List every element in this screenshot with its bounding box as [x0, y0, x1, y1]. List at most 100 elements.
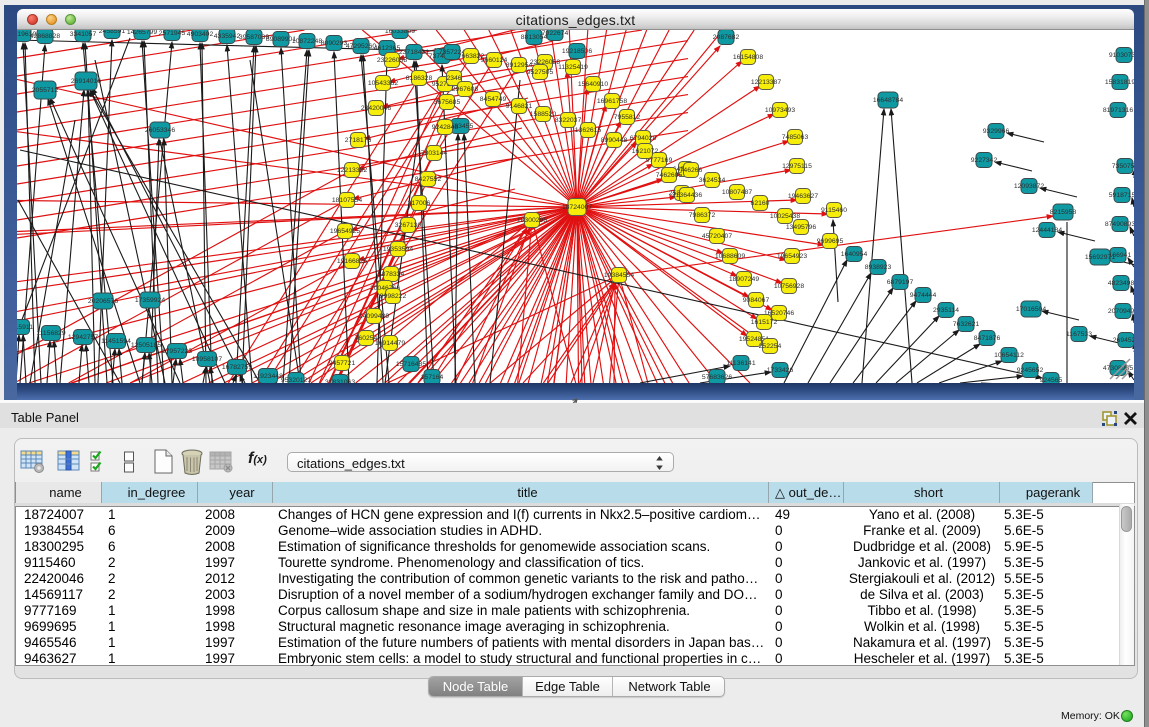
- svg-text:9527505: 9527505: [527, 69, 554, 76]
- svg-text:26053346: 26053346: [145, 127, 175, 134]
- svg-text:15831819: 15831819: [1105, 79, 1134, 86]
- svg-text:12213382: 12213382: [337, 167, 367, 174]
- svg-text:2935114: 2935114: [933, 307, 959, 314]
- svg-text:10654112: 10654112: [994, 352, 1024, 359]
- svg-text:3267130: 3267130: [395, 222, 422, 229]
- svg-text:7485063: 7485063: [782, 134, 809, 141]
- svg-text:10872248: 10872248: [292, 38, 322, 45]
- svg-text:2458591: 2458591: [99, 30, 126, 35]
- svg-text:45720407: 45720407: [702, 233, 732, 240]
- svg-text:14265799: 14265799: [127, 30, 157, 36]
- svg-text:9660124: 9660124: [481, 57, 508, 64]
- svg-text:7955812: 7955812: [614, 114, 641, 121]
- svg-text:9115460: 9115460: [821, 207, 847, 214]
- svg-text:12505185: 12505185: [131, 342, 161, 349]
- svg-text:4335942: 4335942: [214, 33, 241, 40]
- svg-text:19166825: 19166825: [337, 258, 367, 265]
- svg-text:8938923: 8938923: [865, 264, 892, 271]
- svg-text:12213387: 12213387: [751, 79, 781, 86]
- svg-text:16782759: 16782759: [222, 364, 252, 371]
- svg-text:26914016: 26914016: [71, 78, 101, 85]
- svg-text:8471876: 8471876: [974, 335, 1001, 342]
- svg-text:42868828: 42868828: [30, 33, 60, 40]
- svg-text:14099489: 14099489: [359, 313, 389, 320]
- svg-text:10025438: 10025438: [770, 213, 800, 220]
- svg-text:3675685: 3675685: [434, 99, 461, 106]
- svg-text:15640910: 15640910: [578, 81, 608, 88]
- svg-text:12975115: 12975115: [782, 163, 812, 170]
- svg-text:4903402: 4903402: [187, 31, 214, 38]
- svg-text:6879197: 6879197: [887, 279, 914, 286]
- svg-text:7462605: 7462605: [656, 172, 683, 179]
- svg-text:1362615: 1362615: [575, 127, 602, 134]
- svg-text:11156829: 11156829: [36, 330, 65, 337]
- svg-text:11451594: 11451594: [101, 338, 131, 345]
- svg-text:16914479: 16914479: [375, 340, 405, 347]
- svg-text:13495796: 13495796: [786, 224, 816, 231]
- svg-text:17957223: 17957223: [162, 348, 192, 355]
- svg-text:87490893: 87490893: [1105, 221, 1134, 228]
- svg-text:2055712: 2055712: [32, 87, 59, 94]
- svg-text:1733426: 1733426: [767, 367, 794, 374]
- svg-text:3341057: 3341057: [70, 31, 97, 38]
- svg-text:18907249: 18907249: [729, 276, 759, 283]
- svg-text:9227342: 9227342: [971, 157, 998, 164]
- svg-text:10958107: 10958107: [192, 356, 222, 363]
- svg-text:9245652: 9245652: [1017, 367, 1044, 374]
- svg-text:5918715: 5918715: [1109, 192, 1134, 199]
- svg-text:8454749: 8454749: [480, 96, 507, 103]
- svg-text:19353594: 19353594: [383, 246, 413, 253]
- svg-text:11136141: 11136141: [726, 360, 755, 367]
- svg-text:47295260: 47295260: [346, 43, 376, 50]
- svg-text:10688609: 10688609: [715, 253, 745, 260]
- svg-text:62160: 62160: [751, 200, 770, 207]
- svg-text:2967608: 2967608: [452, 86, 479, 93]
- svg-text:8912954: 8912954: [506, 62, 533, 69]
- svg-text:746266: 746266: [680, 167, 703, 174]
- svg-text:8186328: 8186328: [406, 75, 433, 82]
- svg-text:8215958: 8215958: [1050, 209, 1077, 216]
- svg-text:12093872: 12093872: [1014, 183, 1044, 190]
- svg-text:7022674: 7022674: [542, 30, 569, 37]
- svg-text:9474444: 9474444: [910, 292, 937, 299]
- svg-text:16033809: 16033809: [385, 30, 415, 35]
- svg-text:19654925: 19654925: [330, 228, 360, 235]
- svg-text:9329966: 9329966: [983, 128, 1010, 135]
- svg-text:9242848: 9242848: [432, 124, 459, 131]
- svg-text:9084067: 9084067: [743, 297, 770, 304]
- svg-text:23226058: 23226058: [377, 57, 407, 64]
- svg-text:12942757: 12942757: [68, 334, 98, 341]
- svg-text:3624534: 3624534: [699, 177, 726, 184]
- svg-text:20206576: 20206576: [88, 298, 118, 305]
- svg-text:39587039: 39587039: [239, 34, 269, 41]
- svg-text:10973493: 10973493: [765, 107, 795, 114]
- svg-text:1640954: 1640954: [841, 251, 868, 258]
- svg-text:81971316: 81971316: [1103, 107, 1133, 114]
- svg-text:2718176: 2718176: [345, 137, 372, 144]
- svg-text:2571945: 2571945: [159, 30, 186, 37]
- svg-text:1615172: 1615172: [751, 319, 778, 326]
- svg-text:9146821: 9146821: [506, 103, 533, 110]
- svg-text:19218506: 19218506: [562, 48, 592, 55]
- svg-text:15692971: 15692971: [1085, 254, 1115, 261]
- svg-text:7350753: 7350753: [1112, 163, 1134, 170]
- svg-text:17359924: 17359924: [135, 297, 165, 304]
- svg-text:20709497: 20709497: [1108, 308, 1134, 315]
- svg-text:317006: 317006: [408, 200, 431, 207]
- svg-text:4612365: 4612365: [374, 45, 401, 52]
- svg-text:23420046: 23420046: [361, 105, 391, 112]
- svg-text:23718431: 23718431: [399, 49, 429, 56]
- svg-text:3915911: 3915911: [17, 324, 33, 331]
- svg-text:7632621: 7632621: [953, 321, 980, 328]
- svg-text:6794028: 6794028: [630, 135, 657, 142]
- svg-text:91030736: 91030736: [1109, 52, 1134, 59]
- svg-text:252254: 252254: [759, 343, 782, 350]
- svg-text:19384554: 19384554: [604, 272, 634, 279]
- svg-text:10543362: 10543362: [368, 80, 398, 87]
- svg-text:11325419: 11325419: [558, 64, 588, 71]
- svg-text:5878334: 5878334: [378, 271, 405, 278]
- svg-text:2346: 2346: [446, 75, 461, 82]
- svg-text:10807487: 10807487: [722, 189, 752, 196]
- svg-text:8990448: 8990448: [601, 137, 628, 144]
- svg-text:19463627: 19463627: [788, 193, 818, 200]
